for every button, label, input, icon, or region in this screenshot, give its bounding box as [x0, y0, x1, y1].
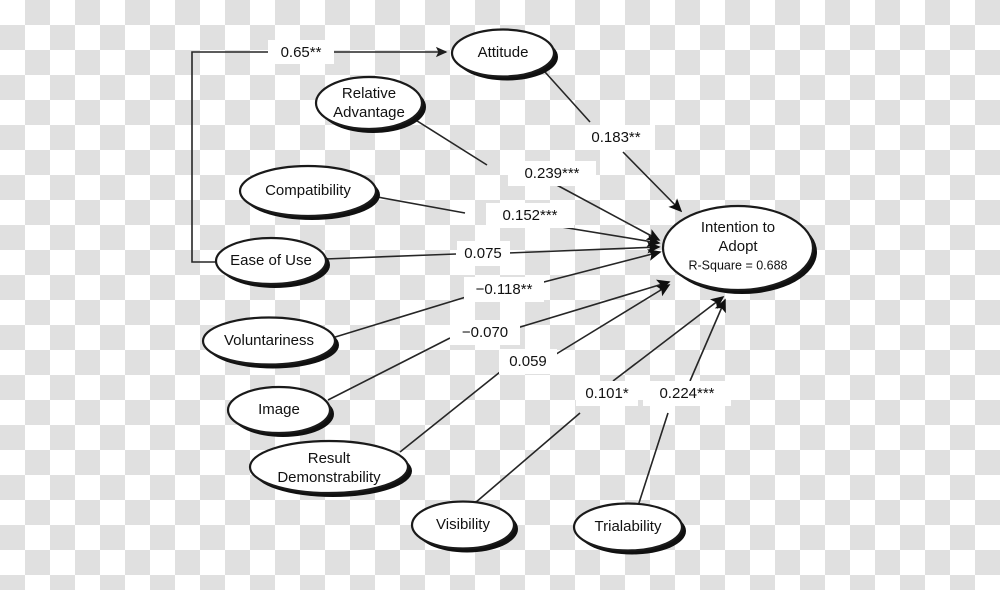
- edge-label-reladv-to-intention: 0.239***: [508, 161, 596, 186]
- node-label-line1: Intention to: [701, 219, 775, 236]
- edge-path: [191, 51, 268, 263]
- path-diagram: 0.65** 0.183** 0.239*** 0.152*** 0.075 −…: [191, 28, 817, 555]
- edge-ease-to-attitude: [191, 46, 448, 263]
- node-compatibility[interactable]: Compatibility: [238, 164, 380, 220]
- node-label-line2: Adopt: [718, 238, 758, 255]
- edge-label-image-to-intention: −0.070: [450, 320, 520, 345]
- node-image[interactable]: Image: [226, 385, 334, 437]
- node-ease-of-use[interactable]: Ease of Use: [214, 236, 330, 288]
- node-label-rsquare: R-Square = 0.688: [688, 258, 787, 272]
- edge-label-ease-to-intention: 0.075: [457, 241, 510, 266]
- node-trialability[interactable]: Trialability: [572, 502, 686, 555]
- edge-path: [637, 412, 669, 507]
- edge-path: [399, 371, 501, 453]
- node-label: Compatibility: [265, 182, 351, 199]
- node-visibility[interactable]: Visibility: [410, 500, 518, 553]
- edge-label-volunt-to-intention: −0.118**: [464, 277, 544, 302]
- edge-path-arrow: [552, 284, 671, 357]
- edge-path-arrow: [622, 151, 683, 213]
- edge-path-arrow: [689, 298, 726, 382]
- node-relative-advantage[interactable]: Relative Advantage: [314, 75, 426, 133]
- edge-label-visibility-to-intention: 0.101*: [576, 381, 638, 406]
- node-label-line1: Relative: [342, 85, 396, 102]
- node-label-line1: Result: [308, 450, 351, 467]
- node-voluntariness[interactable]: Voluntariness: [201, 316, 339, 369]
- edge-coefficient: 0.152***: [502, 207, 557, 224]
- edge-coefficient: 0.075: [464, 245, 502, 262]
- edge-path: [331, 296, 467, 339]
- edge-label-ease-to-attitude: 0.65**: [268, 40, 334, 64]
- edge-path-arrow: [507, 241, 661, 254]
- edge-path: [413, 118, 488, 166]
- edge-path: [544, 71, 591, 123]
- edge-label-attitude-to-intention: 0.183**: [578, 125, 655, 150]
- edge-path: [371, 195, 466, 214]
- edge-coefficient: 0.239***: [524, 165, 579, 182]
- edge-coefficient: 0.059: [509, 353, 547, 370]
- edge-label-compat-to-intention: 0.152***: [486, 203, 574, 228]
- edge-label-resultdemo-to-intention: 0.059: [499, 349, 557, 374]
- edge-coefficient: −0.070: [462, 324, 508, 341]
- node-result-demonstrability[interactable]: Result Demonstrability: [248, 439, 412, 497]
- node-attitude[interactable]: Attitude: [450, 28, 558, 81]
- edge-coefficient: 0.224***: [659, 385, 714, 402]
- node-label-line2: Advantage: [333, 104, 405, 121]
- edge-path: [324, 253, 457, 260]
- edge-coefficient: 0.65**: [281, 44, 322, 61]
- edge-label-trial-to-intention: 0.224***: [643, 381, 731, 406]
- node-label: Image: [258, 401, 300, 418]
- edge-coefficient: 0.101*: [585, 385, 629, 402]
- node-label: Ease of Use: [230, 252, 312, 269]
- node-label: Trialability: [595, 518, 662, 535]
- diagram-canvas: 0.65** 0.183** 0.239*** 0.152*** 0.075 −…: [0, 0, 1000, 590]
- edge-path-arrow: [539, 249, 662, 284]
- edge-path: [327, 337, 451, 401]
- edge-path: [474, 412, 581, 504]
- node-label: Visibility: [436, 516, 490, 533]
- node-label: Voluntariness: [224, 332, 314, 349]
- edge-coefficient: −0.118**: [476, 281, 533, 298]
- node-intention-to-adopt[interactable]: Intention to Adopt R-Square = 0.688: [661, 204, 817, 294]
- edge-coefficient: 0.183**: [591, 129, 640, 146]
- node-label-line2: Demonstrability: [277, 469, 381, 486]
- node-label: Attitude: [478, 44, 529, 61]
